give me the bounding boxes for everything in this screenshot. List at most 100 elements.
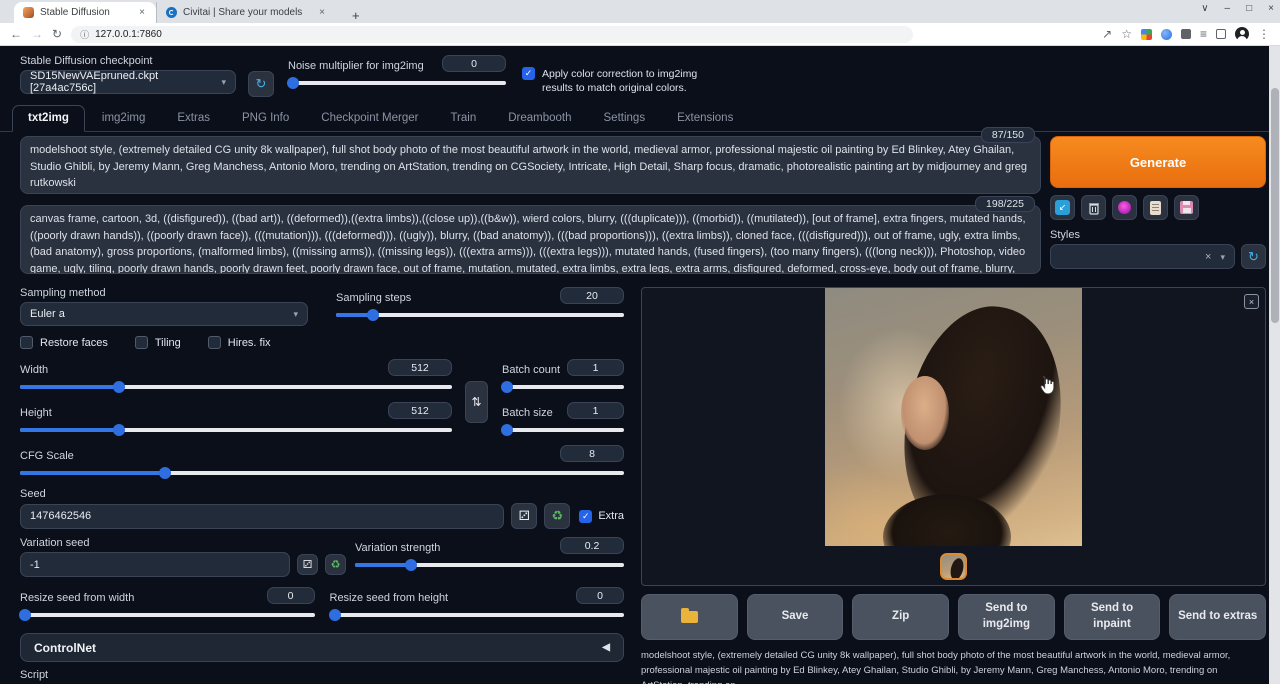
reuse-seed-button[interactable]: ♻ [544, 503, 570, 529]
tiling-toggle[interactable]: Tiling [135, 336, 181, 349]
share-icon[interactable]: ↗ [1102, 27, 1112, 41]
width-slider[interactable] [20, 380, 452, 393]
height-input[interactable]: 512 [388, 402, 452, 419]
slider-knob[interactable] [19, 609, 31, 621]
extension-grid-icon[interactable] [1141, 29, 1152, 40]
generate-button[interactable]: Generate [1050, 136, 1266, 188]
negative-prompt-input[interactable]: canvas frame, cartoon, 3d, ((disfigured)… [20, 205, 1041, 274]
forward-icon[interactable]: → [31, 27, 43, 41]
variation-seed-input[interactable] [20, 552, 290, 577]
restore-faces-toggle[interactable]: Restore faces [20, 336, 108, 349]
styles-dropdown[interactable]: × ▾ [1050, 244, 1235, 269]
close-icon[interactable]: × [1268, 3, 1274, 14]
sampling-steps-input[interactable]: 20 [560, 287, 624, 304]
cfg-scale-input[interactable]: 8 [560, 445, 624, 462]
sampling-method-dropdown[interactable]: Euler a ▾ [20, 302, 308, 326]
bookmark-star-icon[interactable]: ☆ [1121, 27, 1132, 41]
restore-faces-checkbox[interactable] [20, 336, 33, 349]
paste-parameters-button[interactable]: ↙ [1050, 195, 1075, 220]
scrollbar-thumb[interactable] [1271, 88, 1279, 323]
browser-tab-civitai[interactable]: Civitai | Share your models × [156, 2, 336, 23]
extensions-puzzle-icon[interactable] [1181, 29, 1191, 39]
sidebar-icon[interactable] [1216, 29, 1226, 39]
controlnet-accordion[interactable]: ControlNet ◀ [20, 633, 624, 662]
tab-img2img[interactable]: img2img [87, 106, 160, 131]
resize-seed-width-slider[interactable] [20, 608, 315, 621]
refresh-checkpoint-button[interactable]: ↻ [248, 71, 274, 97]
sampling-steps-slider[interactable] [336, 308, 624, 321]
site-info-icon[interactable]: ⓘ [80, 28, 89, 41]
cfg-scale-slider[interactable] [20, 466, 624, 479]
tab-extras[interactable]: Extras [162, 106, 225, 131]
random-seed-button[interactable]: ⚂ [511, 503, 537, 529]
tab-png-info[interactable]: PNG Info [227, 106, 304, 131]
chevron-down-icon[interactable]: ▾ [1220, 252, 1225, 262]
slider-knob[interactable] [501, 424, 513, 436]
chevron-down-icon[interactable]: ∨ [1201, 3, 1208, 14]
slider-knob[interactable] [113, 424, 125, 436]
slider-knob[interactable] [113, 381, 125, 393]
page-scrollbar[interactable] [1269, 46, 1280, 684]
extra-checkbox[interactable]: ✓ [579, 510, 592, 523]
address-bar[interactable]: ⓘ 127.0.0.1:7860 [71, 26, 913, 43]
noise-multiplier-input[interactable]: 0 [442, 55, 506, 72]
zip-button[interactable]: Zip [852, 594, 949, 640]
reading-list-icon[interactable]: ≡ [1200, 27, 1207, 41]
slider-knob[interactable] [329, 609, 341, 621]
send-to-inpaint-button[interactable]: Send to inpaint [1064, 594, 1161, 640]
batch-size-slider[interactable] [502, 423, 624, 436]
hires-fix-toggle[interactable]: Hires. fix [208, 336, 271, 349]
color-correction-checkbox[interactable]: ✓ [522, 67, 535, 80]
tab-extensions[interactable]: Extensions [662, 106, 748, 131]
close-preview-icon[interactable]: × [1244, 294, 1259, 309]
height-slider[interactable] [20, 423, 452, 436]
batch-count-slider[interactable] [502, 380, 624, 393]
clear-styles-icon[interactable]: × [1205, 251, 1211, 263]
slider-knob[interactable] [405, 559, 417, 571]
variation-strength-slider[interactable] [355, 558, 624, 571]
seed-input[interactable] [20, 504, 504, 529]
gallery-thumbnail-selected[interactable] [940, 553, 967, 580]
tab-txt2img[interactable]: txt2img [12, 105, 85, 132]
hires-fix-checkbox[interactable] [208, 336, 221, 349]
new-tab-button[interactable]: + [346, 8, 366, 23]
tab-train[interactable]: Train [435, 106, 491, 131]
tab-dreambooth[interactable]: Dreambooth [493, 106, 586, 131]
slider-knob[interactable] [367, 309, 379, 321]
random-variation-seed-button[interactable]: ⚂ [297, 554, 318, 575]
clear-prompt-button[interactable] [1081, 195, 1106, 220]
save-button[interactable]: Save [747, 594, 844, 640]
slider-knob[interactable] [287, 77, 299, 89]
resize-seed-height-slider[interactable] [330, 608, 625, 621]
send-to-extras-button[interactable]: Send to extras [1169, 594, 1266, 640]
batch-size-input[interactable]: 1 [567, 402, 624, 419]
save-style-button[interactable] [1174, 195, 1199, 220]
noise-multiplier-slider[interactable] [288, 76, 506, 89]
profile-avatar[interactable] [1235, 27, 1249, 41]
reuse-variation-seed-button[interactable]: ♻ [325, 554, 346, 575]
tab-checkpoint-merger[interactable]: Checkpoint Merger [306, 106, 433, 131]
variation-strength-input[interactable]: 0.2 [560, 537, 624, 554]
extra-seed-toggle[interactable]: ✓ Extra [579, 510, 624, 523]
swap-dimensions-button[interactable]: ⇅ [465, 381, 488, 423]
tab-close-icon[interactable]: × [317, 7, 327, 18]
slider-knob[interactable] [501, 381, 513, 393]
extra-networks-button[interactable] [1112, 195, 1137, 220]
tab-settings[interactable]: Settings [589, 106, 661, 131]
prompt-input[interactable]: modelshoot style, (extremely detailed CG… [20, 136, 1041, 194]
tab-close-icon[interactable]: × [137, 7, 147, 18]
tiling-checkbox[interactable] [135, 336, 148, 349]
batch-count-input[interactable]: 1 [567, 359, 624, 376]
browser-tab-stable-diffusion[interactable]: Stable Diffusion × [14, 2, 156, 23]
apply-styles-button[interactable] [1143, 195, 1168, 220]
send-to-img2img-button[interactable]: Send to img2img [958, 594, 1055, 640]
extension-circle-icon[interactable] [1161, 29, 1172, 40]
maximize-icon[interactable]: □ [1246, 3, 1252, 14]
browser-menu-icon[interactable]: ⋮ [1258, 27, 1270, 41]
resize-seed-height-input[interactable]: 0 [576, 587, 624, 604]
slider-knob[interactable] [159, 467, 171, 479]
minimize-icon[interactable]: – [1225, 3, 1231, 14]
checkpoint-dropdown[interactable]: SD15NewVAEpruned.ckpt [27a4ac756c] ▾ [20, 70, 236, 94]
open-folder-button[interactable] [641, 594, 738, 640]
back-icon[interactable]: ← [10, 27, 22, 41]
